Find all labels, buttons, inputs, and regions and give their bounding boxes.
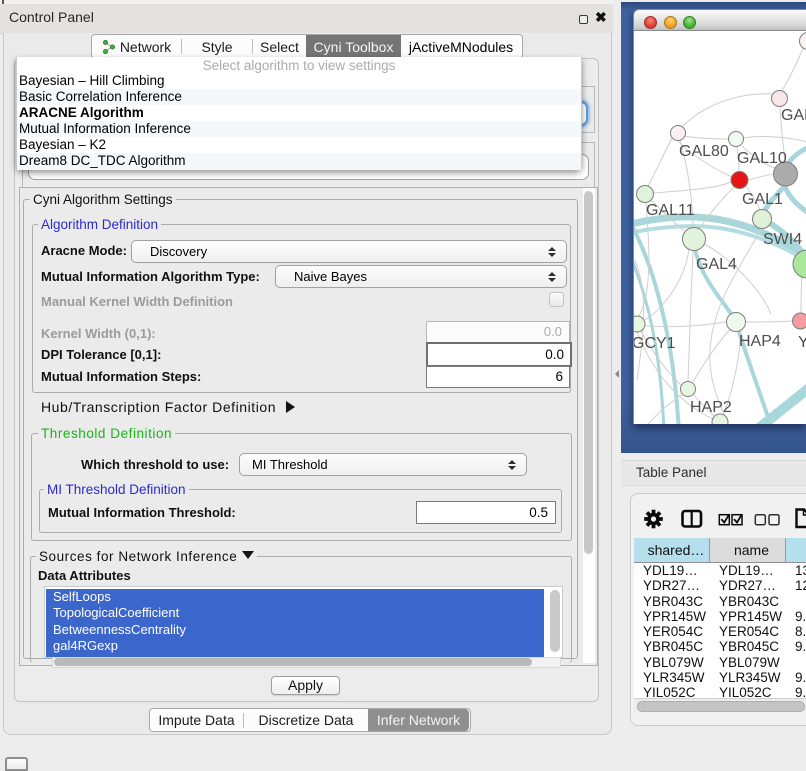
svg-text:GAL2: GAL2 [781, 107, 806, 124]
svg-text:YJL: YJL [798, 334, 806, 351]
svg-text:GAL10: GAL10 [737, 150, 787, 167]
svg-text:GAL1: GAL1 [742, 191, 783, 208]
svg-text:GAL11: GAL11 [646, 202, 695, 219]
svg-text:GAL80: GAL80 [679, 143, 729, 160]
svg-text:GCY1: GCY1 [633, 335, 676, 352]
svg-text:GAL4: GAL4 [696, 256, 737, 273]
svg-text:SWI4: SWI4 [763, 231, 802, 248]
svg-text:HAP2: HAP2 [690, 399, 732, 416]
svg-text:HAP4: HAP4 [739, 333, 781, 350]
